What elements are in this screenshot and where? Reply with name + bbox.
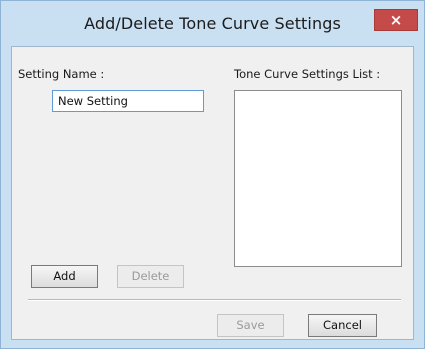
setting-name-input[interactable] <box>52 90 204 112</box>
setting-name-label: Setting Name : <box>18 67 105 81</box>
dialog-body: Setting Name : Tone Curve Settings List … <box>11 46 414 340</box>
dialog-window: Add/Delete Tone Curve Settings × Setting… <box>0 0 425 349</box>
save-button[interactable]: Save <box>217 314 284 337</box>
title-bar[interactable]: Add/Delete Tone Curve Settings × <box>1 1 424 46</box>
delete-button[interactable]: Delete <box>117 265 184 288</box>
close-button[interactable]: × <box>374 9 418 31</box>
close-icon: × <box>389 11 403 29</box>
add-button[interactable]: Add <box>31 265 98 288</box>
tone-curve-settings-list[interactable] <box>234 90 402 267</box>
separator <box>28 299 401 301</box>
cancel-button[interactable]: Cancel <box>308 314 377 337</box>
dialog-title: Add/Delete Tone Curve Settings <box>84 14 341 33</box>
tone-curve-list-label: Tone Curve Settings List : <box>234 67 381 81</box>
